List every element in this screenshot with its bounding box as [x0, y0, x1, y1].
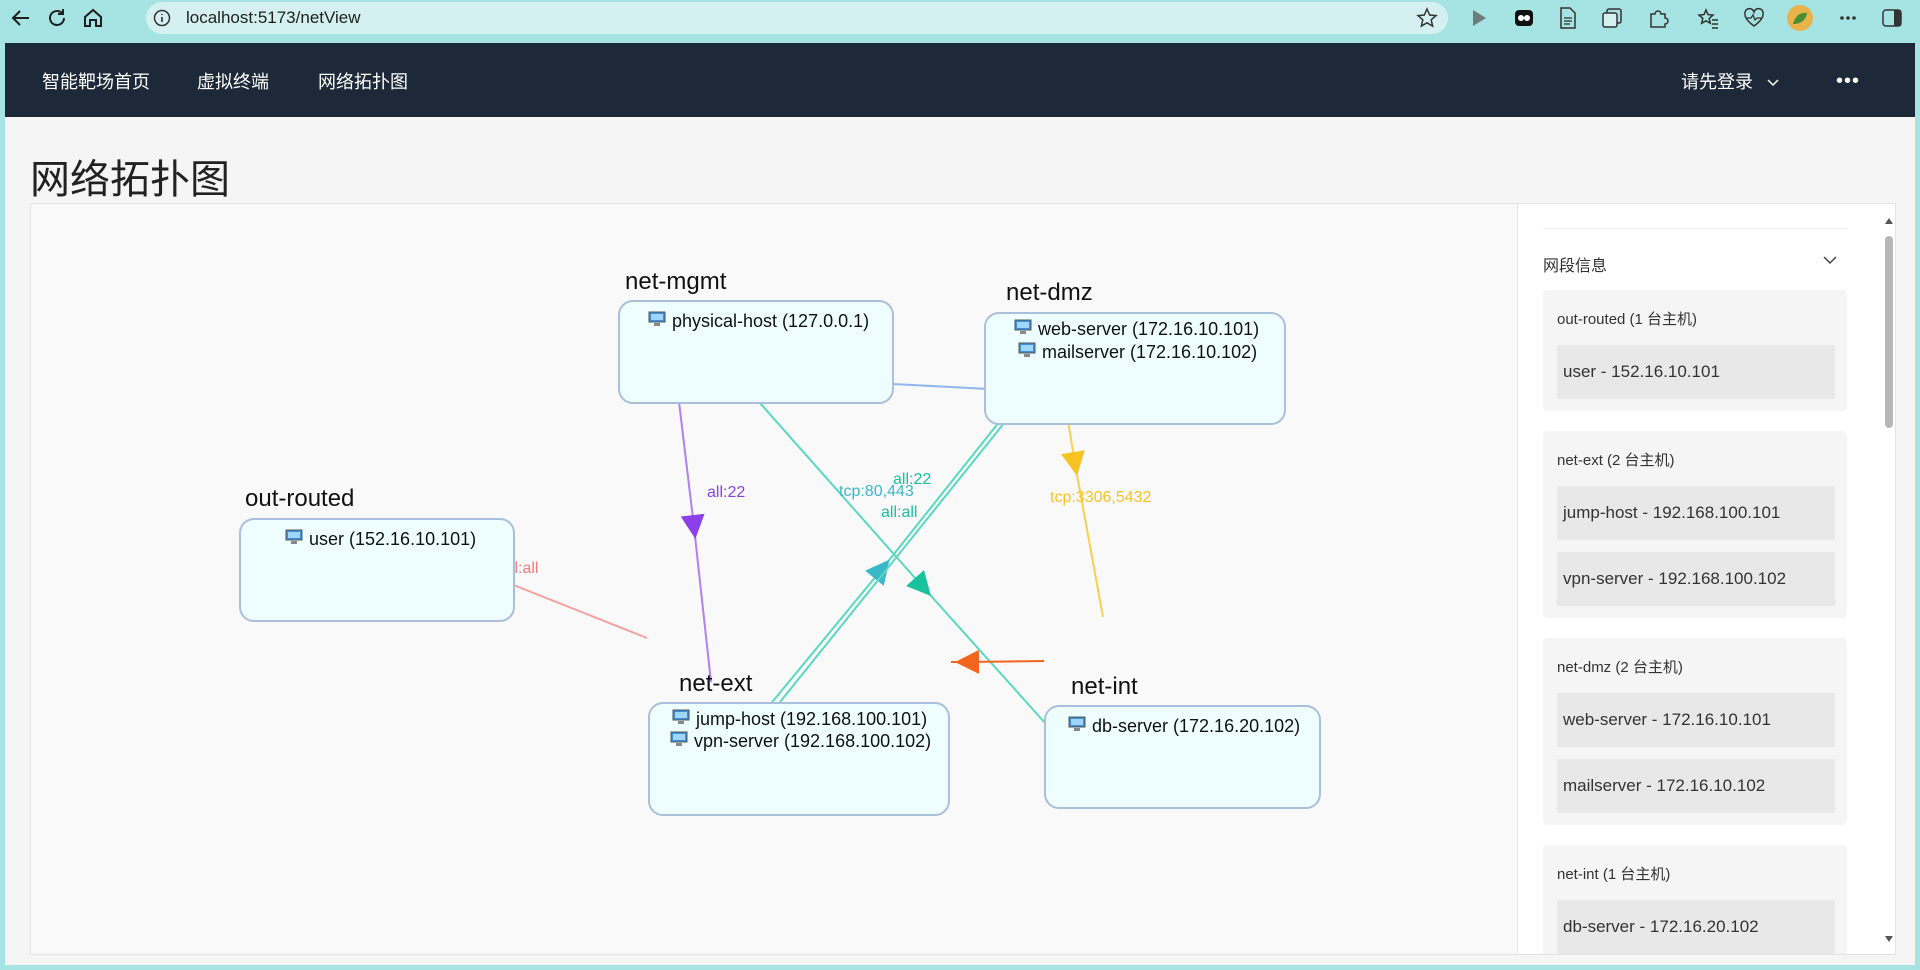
- login-label: 请先登录: [1681, 72, 1753, 92]
- computer-icon: [1014, 319, 1032, 340]
- edge-dmz-ext: [771, 401, 1022, 713]
- scrollbar-thumb[interactable]: [1885, 236, 1893, 428]
- host-label: jump-host (192.168.100.101): [696, 709, 928, 729]
- page-title: 网络拓扑图: [30, 158, 230, 202]
- host-label: mailserver (172.16.10.102): [1042, 342, 1258, 362]
- edge-label-ext-dmz: tcp:80,443: [839, 483, 914, 500]
- edge-ext-dmz: [763, 401, 1016, 713]
- node-net-dmz[interactable]: web-server (172.16.10.101) mailserver (1…: [984, 312, 1286, 425]
- nav-item-home[interactable]: 智能靶场首页: [42, 68, 150, 94]
- segment-card-net-dmz: net-dmz (2 台主机) web-server - 172.16.10.1…: [1543, 638, 1847, 825]
- edge-mgmt-dmz: [892, 383, 990, 390]
- node-title-out-routed: out-routed: [245, 485, 355, 512]
- extension-icon[interactable]: [1512, 6, 1536, 30]
- browser-toolbar: localhost:5173/netView: [0, 0, 1920, 36]
- home-icon[interactable]: [78, 3, 108, 33]
- chevron-down-icon: [1767, 71, 1779, 92]
- host-label: user (152.16.10.101): [309, 529, 477, 549]
- segment-sidebar: 网段信息 out-routed (1 台主机) user - 152.16.10…: [1517, 204, 1895, 954]
- scroll-up-icon[interactable]: [1884, 212, 1894, 230]
- edge-label-mgmt-ext: all:22: [707, 484, 746, 501]
- info-icon[interactable]: [152, 8, 172, 28]
- host-label: physical-host (127.0.0.1): [672, 311, 870, 331]
- chevron-down-icon: [1823, 252, 1837, 270]
- host-jump-host[interactable]: jump-host (192.168.100.101): [672, 709, 927, 730]
- segment-host-item[interactable]: mailserver - 172.16.10.102: [1557, 759, 1835, 813]
- play-icon[interactable]: [1466, 6, 1490, 30]
- segment-host-item[interactable]: vpn-server - 192.168.100.102: [1557, 552, 1835, 606]
- computer-icon: [648, 311, 666, 332]
- host-db-server[interactable]: db-server (172.16.20.102): [1068, 716, 1300, 737]
- segment-title: net-int (1 台主机): [1557, 866, 1671, 883]
- computer-icon: [672, 709, 690, 730]
- node-title-net-dmz: net-dmz: [1006, 279, 1093, 306]
- segment-card-out-routed: out-routed (1 台主机) user - 152.16.10.101: [1543, 290, 1847, 411]
- sidebar-scrollbar[interactable]: [1883, 208, 1895, 952]
- edge-mgmt-ext: [676, 384, 712, 683]
- segment-host-item[interactable]: db-server - 172.16.20.102: [1557, 900, 1835, 954]
- top-navigation: 智能靶场首页 虚拟终端 网络拓扑图 请先登录 •••: [5, 43, 1915, 117]
- segment-title: out-routed (1 台主机): [1557, 311, 1698, 328]
- login-menu[interactable]: 请先登录: [1681, 68, 1779, 94]
- document-icon[interactable]: [1556, 6, 1580, 30]
- computer-icon: [670, 731, 688, 752]
- more-menu-button[interactable]: •••: [1836, 70, 1860, 93]
- nav-item-terminal[interactable]: 虚拟终端: [197, 68, 269, 94]
- segment-host-item[interactable]: jump-host - 192.168.100.101: [1557, 486, 1835, 540]
- segment-host-item[interactable]: user - 152.16.10.101: [1557, 345, 1835, 399]
- more-icon[interactable]: [1836, 6, 1860, 30]
- node-title-net-mgmt: net-mgmt: [625, 268, 727, 295]
- edge-mgmt-int: [743, 384, 1056, 735]
- profile-avatar[interactable]: [1786, 4, 1814, 32]
- node-net-mgmt[interactable]: physical-host (127.0.0.1): [618, 300, 894, 404]
- heartbeat-icon[interactable]: [1742, 6, 1766, 30]
- computer-icon: [285, 529, 303, 550]
- topology-graph[interactable]: all:22 all:22 tcp:80,443 all:all tcp:330…: [31, 204, 1517, 954]
- favorites-icon[interactable]: [1696, 6, 1720, 30]
- segment-title: net-ext (2 台主机): [1557, 452, 1675, 469]
- computer-icon: [1068, 716, 1086, 737]
- host-label: vpn-server (192.168.100.102): [694, 731, 932, 751]
- edge-label-dmz-int: tcp:3306,5432: [1050, 489, 1152, 506]
- host-physical-host[interactable]: physical-host (127.0.0.1): [648, 311, 869, 332]
- edge-dmz-int: [1061, 401, 1104, 618]
- segment-host-item[interactable]: web-server - 172.16.10.101: [1557, 693, 1835, 747]
- computer-icon: [1018, 342, 1036, 363]
- node-net-ext[interactable]: jump-host (192.168.100.101) vpn-server (…: [648, 702, 950, 816]
- segment-list: out-routed (1 台主机) user - 152.16.10.101 …: [1543, 290, 1847, 954]
- nav-item-topology[interactable]: 网络拓扑图: [318, 68, 408, 94]
- address-bar[interactable]: localhost:5173/netView: [146, 2, 1448, 34]
- topology-panel: all:22 all:22 tcp:80,443 all:all tcp:330…: [30, 203, 1896, 955]
- reload-icon[interactable]: [42, 3, 72, 33]
- back-icon[interactable]: [6, 3, 36, 33]
- node-net-int[interactable]: db-server (172.16.20.102): [1044, 705, 1321, 809]
- host-label: web-server (172.16.10.101): [1038, 319, 1260, 339]
- edge-label-dmz-ext: all:all: [881, 504, 918, 521]
- app-window: 智能靶场首页 虚拟终端 网络拓扑图 请先登录 ••• 网络拓扑图 all:22 …: [5, 43, 1915, 965]
- url-text: localhost:5173/netView: [186, 8, 361, 27]
- node-title-net-int: net-int: [1071, 673, 1138, 700]
- node-title-net-ext: net-ext: [679, 670, 753, 697]
- segment-collapse-header[interactable]: 网段信息: [1543, 252, 1847, 276]
- divider: [1543, 228, 1847, 229]
- segment-card-net-ext: net-ext (2 台主机) jump-host - 192.168.100.…: [1543, 431, 1847, 618]
- host-user[interactable]: user (152.16.10.101): [285, 529, 476, 550]
- host-web-server[interactable]: web-server (172.16.10.101): [1014, 319, 1259, 340]
- host-label: db-server (172.16.20.102): [1092, 716, 1301, 736]
- star-icon[interactable]: [1416, 7, 1438, 34]
- edge-int-ext: [951, 649, 1045, 674]
- segment-title: net-dmz (2 台主机): [1557, 659, 1683, 676]
- host-vpn-server[interactable]: vpn-server (192.168.100.102): [670, 731, 931, 752]
- segment-heading: 网段信息: [1543, 258, 1608, 275]
- scroll-down-icon[interactable]: [1884, 930, 1894, 948]
- node-out-routed[interactable]: user (152.16.10.101): [239, 518, 515, 622]
- puzzle-icon[interactable]: [1646, 6, 1670, 30]
- sidebar-icon[interactable]: [1880, 6, 1904, 30]
- collections-icon[interactable]: [1600, 6, 1624, 30]
- host-mailserver[interactable]: mailserver (172.16.10.102): [1018, 342, 1257, 363]
- segment-card-net-int: net-int (1 台主机) db-server - 172.16.20.10…: [1543, 845, 1847, 954]
